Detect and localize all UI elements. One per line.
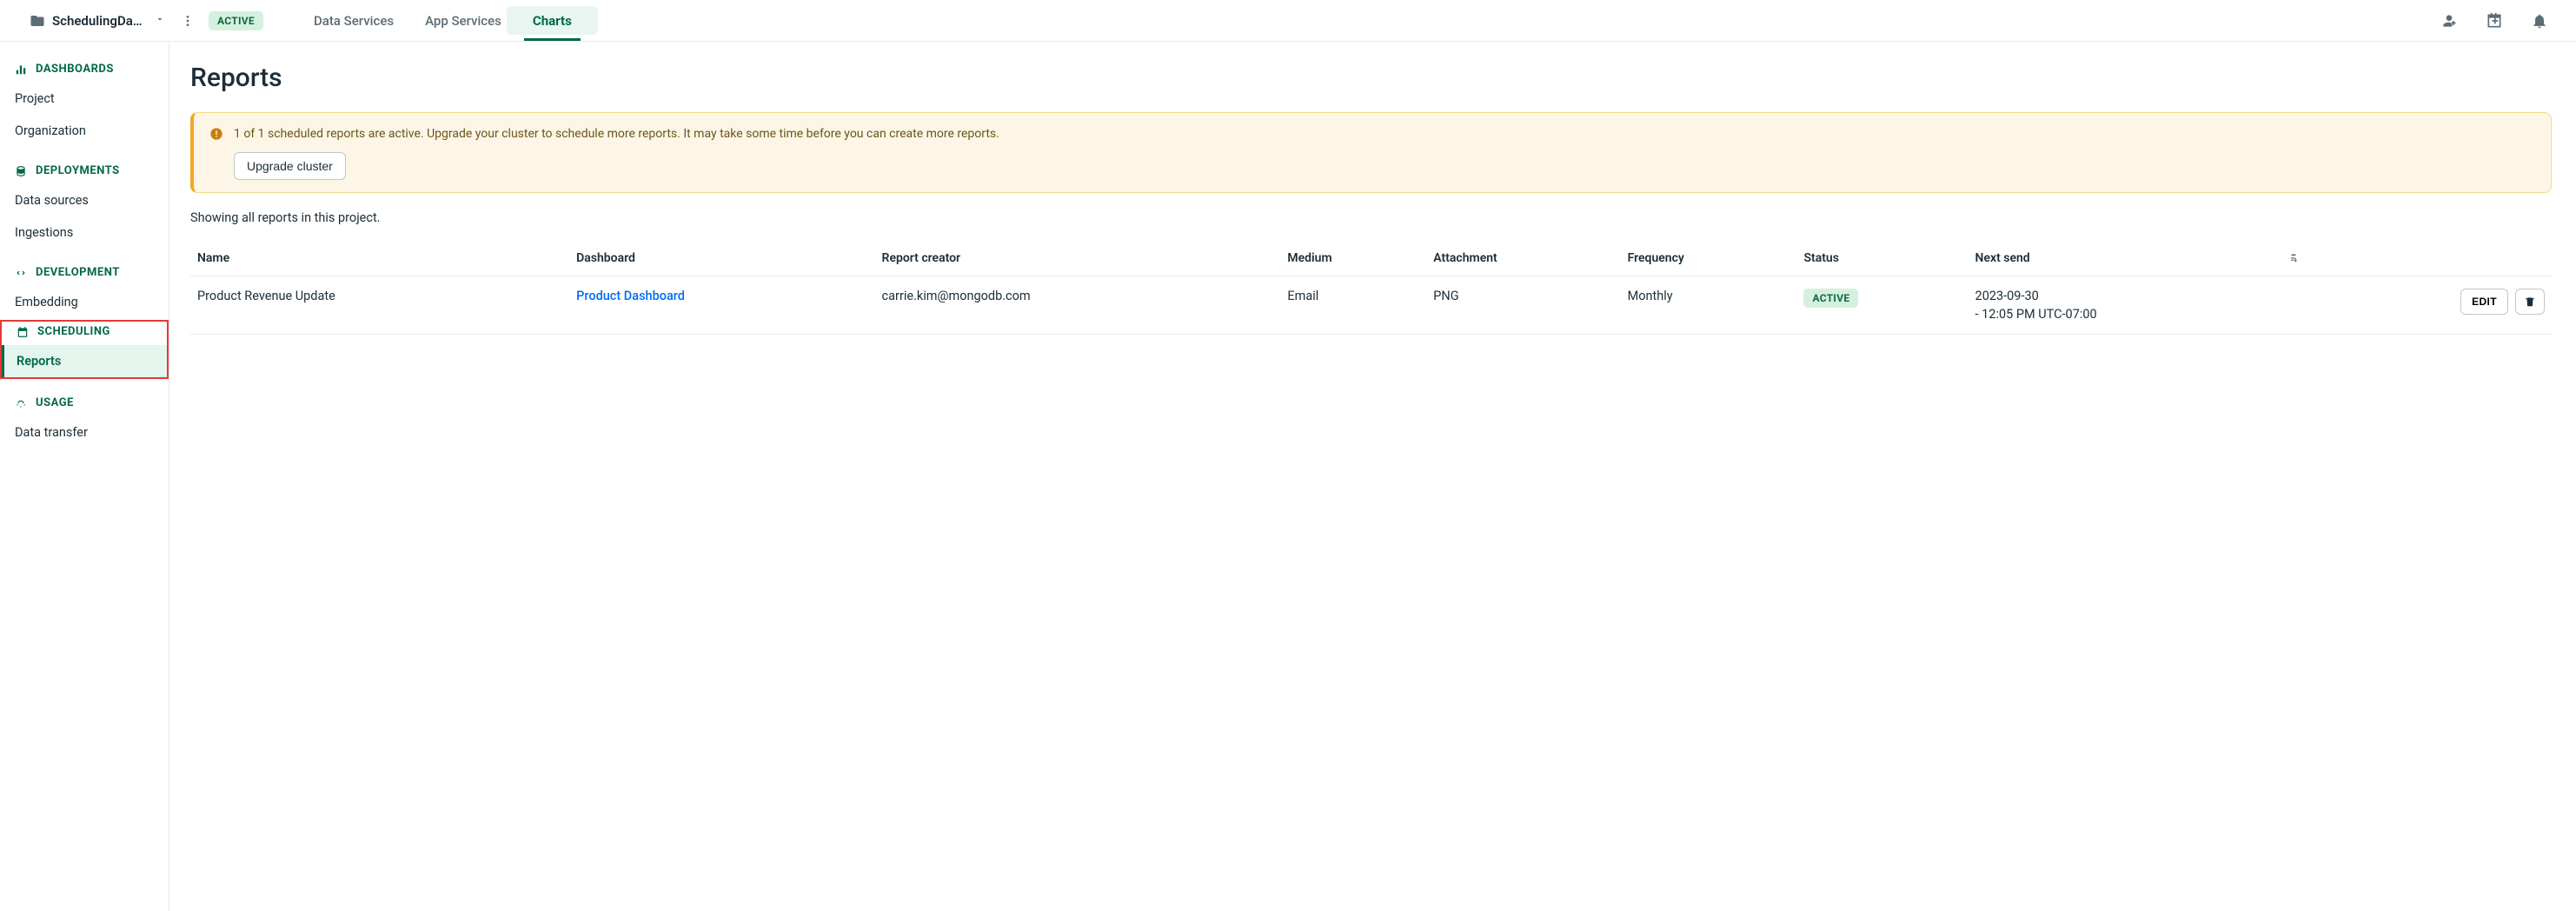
folder-icon xyxy=(30,13,45,29)
sidebar-item-data-sources[interactable]: Data sources xyxy=(0,184,169,216)
status-badge: ACTIVE xyxy=(1803,289,1858,308)
project-name: SchedulingDas… xyxy=(52,13,148,29)
col-medium[interactable]: Medium xyxy=(1280,241,1426,276)
cell-medium: Email xyxy=(1280,276,1426,335)
sidebar-header-scheduling: SCHEDULING xyxy=(2,325,167,338)
sidebar-item-reports[interactable]: Reports xyxy=(2,345,167,377)
sidebar-header-usage: USAGE xyxy=(0,396,169,409)
project-selector[interactable]: SchedulingDas… xyxy=(30,13,165,29)
sidebar-item-embedding[interactable]: Embedding xyxy=(0,286,169,318)
sidebar-header-dashboards-label: DASHBOARDS xyxy=(36,63,114,76)
sort-icon xyxy=(2287,252,2300,264)
reports-subtext: Showing all reports in this project. xyxy=(190,210,2552,225)
dashboard-link[interactable]: Product Dashboard xyxy=(576,289,685,303)
tab-data-services[interactable]: Data Services xyxy=(314,0,394,41)
col-next-send[interactable]: Next send xyxy=(1969,241,2307,276)
invite-user-icon[interactable] xyxy=(2440,12,2458,30)
sidebar-header-dashboards: DASHBOARDS xyxy=(0,63,169,76)
cell-attachment: PNG xyxy=(1426,276,1620,335)
kebab-menu-icon[interactable] xyxy=(181,14,195,28)
col-attachment[interactable]: Attachment xyxy=(1426,241,1620,276)
cell-next-send: 2023-09-30 - 12:05 PM UTC-07:00 xyxy=(1969,276,2307,335)
notifications-icon[interactable] xyxy=(2531,12,2548,30)
tab-charts[interactable]: Charts xyxy=(533,0,572,41)
sidebar: DASHBOARDS Project Organization DEPLOYME… xyxy=(0,42,169,911)
col-actions xyxy=(2307,241,2552,276)
upgrade-cluster-button[interactable]: Upgrade cluster xyxy=(234,152,346,180)
col-next-send-label: Next send xyxy=(1975,251,2030,265)
edit-button[interactable]: EDIT xyxy=(2460,289,2508,315)
col-name[interactable]: Name xyxy=(190,241,569,276)
reports-table: Name Dashboard Report creator Medium Att… xyxy=(190,241,2552,335)
cell-name: Product Revenue Update xyxy=(190,276,569,335)
sidebar-header-usage-label: USAGE xyxy=(36,396,74,409)
trash-icon xyxy=(2524,296,2536,308)
integrations-icon[interactable] xyxy=(2486,12,2503,30)
tab-app-services[interactable]: App Services xyxy=(425,0,501,41)
col-dashboard[interactable]: Dashboard xyxy=(569,241,874,276)
col-creator[interactable]: Report creator xyxy=(875,241,1281,276)
col-frequency[interactable]: Frequency xyxy=(1621,241,1797,276)
top-nav-tabs: Data Services App Services Charts xyxy=(314,0,572,41)
upgrade-banner: 1 of 1 scheduled reports are active. Upg… xyxy=(190,112,2552,193)
sidebar-header-development-label: DEVELOPMENT xyxy=(36,266,120,279)
delete-button[interactable] xyxy=(2515,289,2545,315)
cell-frequency: Monthly xyxy=(1621,276,1797,335)
page-title: Reports xyxy=(190,63,2552,93)
sidebar-item-project[interactable]: Project xyxy=(0,83,169,115)
col-status[interactable]: Status xyxy=(1796,241,1968,276)
sidebar-item-organization[interactable]: Organization xyxy=(0,115,169,147)
sidebar-scheduling-highlight: SCHEDULING Reports xyxy=(0,320,169,379)
cell-creator: carrie.kim@mongodb.com xyxy=(875,276,1281,335)
table-row: Product Revenue Update Product Dashboard… xyxy=(190,276,2552,335)
sidebar-header-development: DEVELOPMENT xyxy=(0,266,169,279)
sidebar-item-data-transfer[interactable]: Data transfer xyxy=(0,416,169,449)
top-bar: SchedulingDas… ACTIVE Data Services App … xyxy=(0,0,2576,42)
sidebar-header-deployments: DEPLOYMENTS xyxy=(0,164,169,177)
sidebar-item-ingestions[interactable]: Ingestions xyxy=(0,216,169,249)
banner-text: 1 of 1 scheduled reports are active. Upg… xyxy=(234,125,2535,143)
next-send-time: - 12:05 PM UTC-07:00 xyxy=(1975,307,2300,322)
sidebar-header-scheduling-label: SCHEDULING xyxy=(37,325,110,338)
top-right-icons xyxy=(2440,12,2559,30)
main-content: Reports 1 of 1 scheduled reports are act… xyxy=(190,42,2576,911)
next-send-date: 2023-09-30 xyxy=(1975,289,2300,303)
chevron-down-icon xyxy=(155,14,165,28)
warning-icon xyxy=(209,127,223,141)
project-status-badge: ACTIVE xyxy=(209,11,263,30)
sidebar-header-deployments-label: DEPLOYMENTS xyxy=(36,164,120,177)
table-header-row: Name Dashboard Report creator Medium Att… xyxy=(190,241,2552,276)
